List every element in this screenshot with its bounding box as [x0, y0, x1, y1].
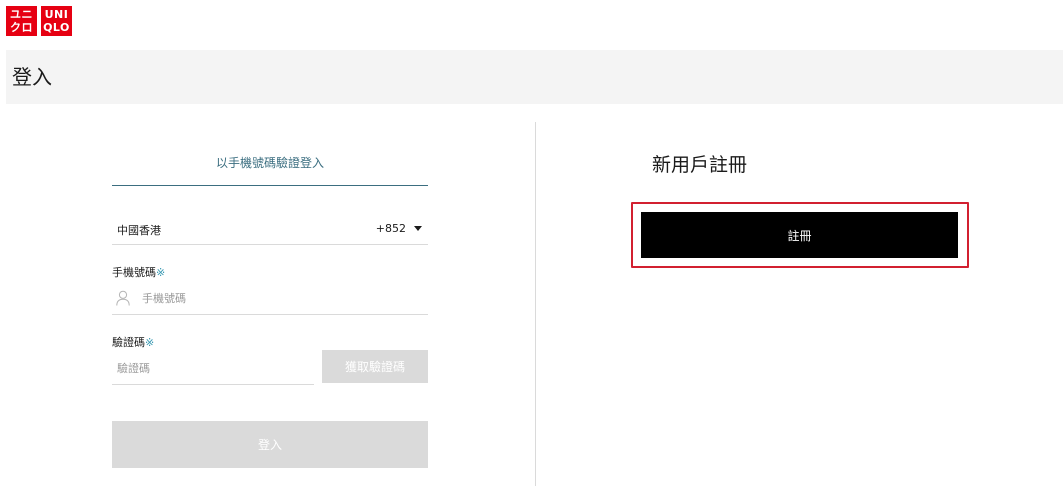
code-label: 驗證碼※: [112, 334, 154, 350]
country-code: +852: [375, 222, 406, 235]
phone-input[interactable]: [142, 286, 422, 310]
logo-katakana-line-2: クロ: [10, 21, 33, 34]
register-button[interactable]: 註冊: [641, 212, 958, 258]
caret-down-icon: [414, 226, 422, 231]
get-code-button[interactable]: 獲取驗證碼: [322, 350, 428, 383]
login-button[interactable]: 登入: [112, 421, 428, 468]
phone-label: 手機號碼※: [112, 264, 165, 280]
required-mark: ※: [156, 266, 166, 279]
logo-latin-line-2: QLO: [43, 21, 70, 34]
register-title: 新用戶註冊: [652, 154, 748, 176]
tab-label: 以手機號碼驗證登入: [215, 156, 324, 170]
phone-label-text: 手機號碼: [112, 266, 156, 279]
logo-latin: UNI QLO: [41, 6, 72, 36]
code-field: [112, 352, 314, 385]
code-label-text: 驗證碼: [112, 336, 145, 349]
country-select[interactable]: 中國香港 +852: [112, 214, 428, 245]
phone-field: [112, 282, 428, 315]
column-divider: [535, 122, 536, 486]
verification-code-input[interactable]: [117, 356, 307, 380]
tab-phone-verification-login[interactable]: 以手機號碼驗證登入: [112, 146, 428, 186]
uniqlo-logo[interactable]: ユニ クロ UNI QLO: [6, 6, 72, 36]
logo-katakana-line-1: ユニ: [10, 8, 33, 21]
required-mark: ※: [145, 336, 155, 349]
person-icon: [116, 290, 130, 306]
page-title-bar: 登入: [6, 50, 1063, 104]
logo-latin-line-1: UNI: [44, 8, 69, 21]
country-name: 中國香港: [117, 224, 161, 237]
page-title: 登入: [12, 65, 52, 89]
logo-katakana: ユニ クロ: [6, 6, 37, 36]
